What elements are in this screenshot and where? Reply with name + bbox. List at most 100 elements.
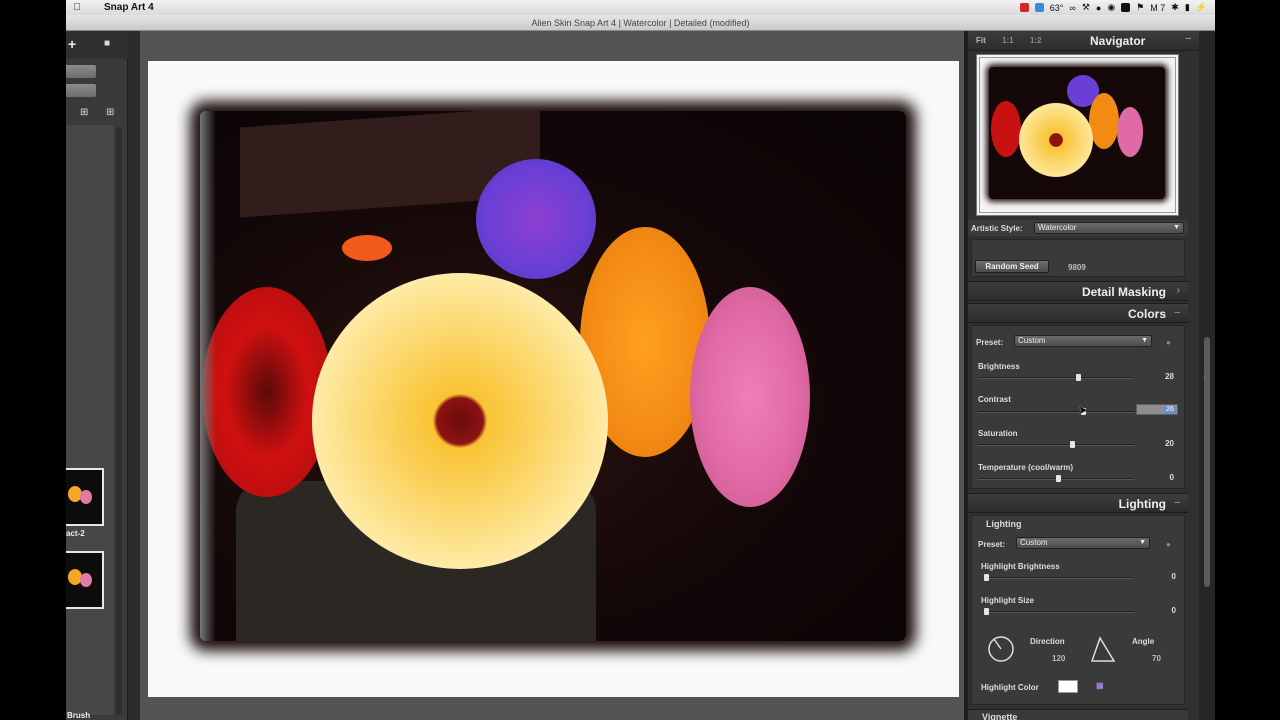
navigator-view-rect[interactable]: [979, 57, 1176, 213]
preset-label: act-2: [66, 529, 85, 538]
preset-label: Brush: [67, 711, 91, 720]
app-menu[interactable]: Snap Art 4: [104, 2, 154, 13]
slider-thumb[interactable]: [1070, 441, 1075, 448]
random-seed-value: 9809: [1068, 263, 1086, 272]
detail-masking-title: Detail Masking: [1081, 285, 1166, 299]
settings-scrollbar[interactable]: [1199, 31, 1215, 720]
preset-options-icon[interactable]: ●: [1166, 540, 1171, 549]
contrast-slider[interactable]: [978, 408, 1134, 415]
saturation-slider[interactable]: [978, 441, 1134, 448]
square-icon[interactable]: [1121, 3, 1131, 12]
list-view-icon[interactable]: ⊞: [106, 107, 114, 118]
colors-preset-value: Custom: [1018, 336, 1046, 345]
bolt-icon[interactable]: ⚡: [1196, 2, 1207, 13]
navigator-preview[interactable]: [976, 54, 1179, 216]
weather-temperature[interactable]: 63°: [1050, 3, 1064, 13]
lighting-preset-select[interactable]: Custom ▼: [1016, 537, 1150, 549]
navigator-header: Fit 1:1 1:2 Navigator –: [968, 31, 1199, 51]
contrast-value-field[interactable]: 26: [1136, 404, 1178, 415]
zoom-1-1[interactable]: 1:1: [1002, 36, 1014, 45]
apple-icon[interactable]: : [66, 2, 88, 13]
menu-bar:  Snap Art 4 63° ∞ ⚒ ● ◉ ⚑ M 7 ✱ ▮ ⚡: [66, 0, 1215, 15]
expand-icon[interactable]: ›: [1177, 285, 1180, 296]
angle-label: Angle: [1132, 637, 1155, 646]
angle-value[interactable]: 70: [1152, 654, 1161, 663]
slider-thumb[interactable]: [984, 608, 989, 615]
highlight-brightness-slider[interactable]: [984, 574, 1134, 581]
artistic-style-label: Artistic Style:: [971, 224, 1023, 233]
direction-dial-icon[interactable]: [986, 634, 1016, 664]
circle-icon[interactable]: ●: [1096, 3, 1101, 13]
zoom-1-2[interactable]: 1:2: [1030, 36, 1042, 45]
preset-options-icon[interactable]: ●: [1166, 338, 1171, 347]
artistic-style-select[interactable]: Watercolor ▼: [1034, 222, 1184, 234]
colors-header[interactable]: Colors –: [968, 303, 1188, 323]
panel-toggle-icon[interactable]: ›: [1203, 372, 1206, 382]
battery-icon[interactable]: ▮: [1185, 2, 1190, 13]
lighting-header[interactable]: Lighting –: [968, 493, 1188, 513]
settings-panel: Fit 1:1 1:2 Navigator – Artistic Style: …: [968, 31, 1199, 720]
image-paper: [148, 61, 959, 697]
direction-label: Direction: [1030, 637, 1065, 646]
preset-list: act-2 Brush: [66, 125, 114, 720]
slider-thumb[interactable]: [984, 574, 989, 581]
color-picker-icon[interactable]: ▦: [1096, 681, 1104, 690]
flag-icon[interactable]: ⚑: [1136, 2, 1144, 13]
highlight-size-slider[interactable]: [984, 608, 1134, 615]
highlight-color-swatch[interactable]: [1058, 680, 1078, 693]
network-icon[interactable]: [1034, 3, 1044, 12]
vignette-label: Vignette: [982, 712, 1018, 720]
vignette-row[interactable]: Vignette: [968, 709, 1188, 720]
collapse-icon[interactable]: –: [1185, 33, 1191, 44]
brightness-value[interactable]: 28: [1150, 372, 1174, 381]
collapse-icon[interactable]: –: [1174, 497, 1180, 508]
colors-title: Colors: [1127, 307, 1166, 321]
artistic-style-row: Artistic Style: Watercolor ▼: [968, 220, 1188, 236]
preset-category-button[interactable]: [66, 65, 96, 78]
preset-thumbnail[interactable]: [66, 468, 104, 526]
grid-view-icon[interactable]: ⊞: [80, 107, 88, 118]
style-options-group: Random Seed 9809: [971, 239, 1185, 277]
highlight-color-label: Highlight Color: [981, 683, 1039, 692]
preview-image[interactable]: [200, 111, 906, 641]
contrast-label: Contrast: [978, 395, 1011, 404]
direction-value[interactable]: 120: [1052, 654, 1065, 663]
temperature-label: Temperature (cool/warm): [978, 463, 1073, 472]
collapse-icon[interactable]: –: [1174, 307, 1180, 318]
slider-thumb[interactable]: [1056, 475, 1061, 482]
mail-count[interactable]: M 7: [1150, 3, 1165, 13]
lighting-preset-label: Preset:: [978, 540, 1006, 549]
highlight-brightness-value[interactable]: 0: [1152, 572, 1176, 581]
colors-preset-label: Preset:: [976, 338, 1004, 347]
preset-thumbnail[interactable]: [66, 551, 104, 609]
angle-icon[interactable]: [1088, 634, 1118, 664]
home-icon[interactable]: ■: [104, 38, 110, 49]
temperature-slider[interactable]: [978, 475, 1134, 482]
artistic-style-value: Watercolor: [1038, 223, 1077, 232]
status-area: 63° ∞ ⚒ ● ◉ ⚑ M 7 ✱ ▮ ⚡: [1019, 2, 1215, 13]
colors-preset-select[interactable]: Custom ▼: [1014, 335, 1152, 347]
bluetooth-icon[interactable]: ✱: [1171, 2, 1179, 13]
brightness-slider[interactable]: [978, 374, 1134, 381]
detail-masking-header[interactable]: Detail Masking ›: [968, 281, 1188, 301]
presets-panel: + ■ ⊞ ⊞ act-2 Brush: [66, 31, 128, 720]
app-screen:  Snap Art 4 63° ∞ ⚒ ● ◉ ⚑ M 7 ✱ ▮ ⚡ Ali…: [66, 0, 1215, 720]
random-seed-button[interactable]: Random Seed: [975, 260, 1049, 273]
lighting-group: Lighting Preset: Custom ▼ ● Highlight Br…: [971, 515, 1185, 705]
highlight-size-value[interactable]: 0: [1152, 606, 1176, 615]
drop-icon[interactable]: ◉: [1107, 2, 1115, 13]
zoom-fit[interactable]: Fit: [976, 36, 986, 45]
saturation-value[interactable]: 20: [1150, 439, 1174, 448]
slider-thumb[interactable]: [1076, 374, 1081, 381]
link-icon[interactable]: ∞: [1069, 3, 1075, 13]
preset-category-button[interactable]: [66, 84, 96, 97]
preview-canvas[interactable]: [140, 31, 964, 720]
record-icon[interactable]: [1019, 3, 1029, 12]
wrench-icon[interactable]: ⚒: [1082, 2, 1090, 13]
temperature-value[interactable]: 0: [1150, 473, 1174, 482]
navigator-title: Navigator: [1090, 34, 1146, 48]
preset-scrollbar[interactable]: [116, 127, 122, 715]
window-title: Alien Skin Snap Art 4 | Watercolor | Det…: [66, 15, 1215, 31]
chevron-down-icon: ▼: [1141, 337, 1148, 344]
add-preset-icon[interactable]: +: [68, 36, 76, 52]
